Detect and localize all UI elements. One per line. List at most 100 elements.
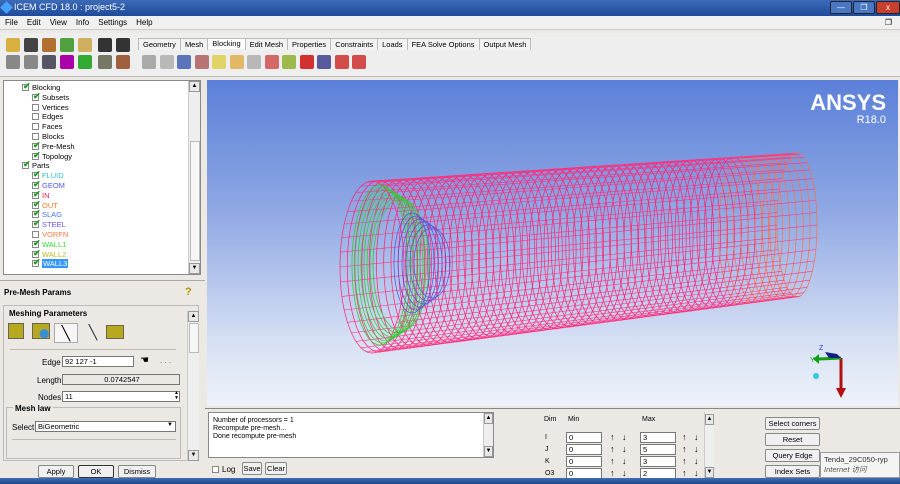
mesh-law-select[interactable]: BiGeometric	[35, 421, 176, 432]
log-checkbox[interactable]: Log	[212, 465, 235, 474]
visibility-checkbox[interactable]	[32, 91, 41, 101]
tab-fea-solve-options[interactable]: FEA Solve Options	[406, 38, 480, 50]
toolbar-icon[interactable]	[78, 55, 92, 69]
params-scrollbar[interactable]: ▲ ▼	[187, 311, 199, 461]
edge-input[interactable]: 92 127 -1	[62, 356, 134, 367]
visibility-checkbox[interactable]	[22, 159, 31, 170]
blocking-tool-icon[interactable]	[177, 55, 191, 69]
blocking-tool-icon[interactable]	[247, 55, 261, 69]
toolbar-icon[interactable]	[42, 38, 56, 52]
restore-button[interactable]: ❐	[853, 1, 875, 14]
max-input[interactable]: 5	[640, 444, 676, 455]
tree-scrollbar[interactable]: ▲ ▼	[188, 81, 200, 274]
blocking-tool-icon[interactable]	[334, 55, 349, 69]
up-arrow-icon[interactable]: ↑	[610, 468, 615, 478]
more-button[interactable]: . . .	[160, 356, 171, 365]
toolbar-icon[interactable]	[60, 38, 74, 52]
tab-output-mesh[interactable]: Output Mesh	[478, 38, 532, 50]
up-arrow-icon[interactable]: ↑	[610, 432, 615, 442]
blocking-tool-icon[interactable]	[317, 55, 331, 69]
edge-params-icon[interactable]: ╲	[54, 323, 78, 343]
visibility-checkbox[interactable]	[22, 81, 31, 91]
minimize-button[interactable]: —	[830, 1, 852, 14]
tab-geometry[interactable]: Geometry	[138, 38, 181, 50]
mesh-geometry-icon[interactable]	[32, 323, 50, 339]
mesh-scale-icon[interactable]	[106, 325, 124, 339]
chevron-down-icon[interactable]: ▼	[167, 422, 173, 428]
up-arrow-icon[interactable]: ↑	[610, 456, 615, 466]
tab-edit-mesh[interactable]: Edit Mesh	[244, 38, 288, 50]
tree-blocking[interactable]: Blocking	[22, 81, 60, 93]
toolbar-icon[interactable]	[60, 55, 74, 69]
up-arrow-icon[interactable]: ↑	[682, 468, 687, 478]
nodes-spin-arrows[interactable]: ▲ ▼	[174, 391, 179, 401]
visibility-checkbox[interactable]	[32, 103, 39, 111]
blocking-tool-icon[interactable]	[212, 55, 226, 69]
up-arrow-icon[interactable]: ↑	[610, 444, 615, 454]
reset-button[interactable]: Reset	[765, 433, 820, 446]
blocking-tool-icon[interactable]	[159, 55, 174, 69]
tree-item-vertices[interactable]: Vertices	[32, 103, 69, 113]
blocking-tool-icon[interactable]	[264, 55, 279, 69]
max-input[interactable]: 3	[640, 432, 676, 443]
visibility-checkbox[interactable]	[32, 113, 39, 121]
tree-part-steel[interactable]: STEEL	[32, 218, 66, 230]
select-corners-button[interactable]: Select corners	[765, 417, 820, 430]
tree-part-wall3[interactable]: WALL3	[32, 257, 69, 269]
visibility-checkbox[interactable]	[32, 150, 41, 160]
tree-item-topology[interactable]: Topology	[32, 150, 72, 162]
edge-match-icon[interactable]: ╲	[82, 323, 104, 341]
up-arrow-icon[interactable]: ↑	[682, 456, 687, 466]
down-arrow-icon[interactable]: ↓	[622, 432, 627, 442]
down-arrow-icon[interactable]: ↓	[694, 444, 699, 454]
toolbar-icon[interactable]	[42, 55, 56, 69]
down-arrow-icon[interactable]: ↓	[622, 444, 627, 454]
down-arrow-icon[interactable]: ↓	[694, 468, 699, 478]
menu-help[interactable]: Help	[131, 16, 156, 27]
toolbar-icon[interactable]	[116, 55, 130, 69]
min-input[interactable]: 0	[566, 432, 602, 443]
toolbar-icon[interactable]	[24, 55, 38, 69]
tab-constraints[interactable]: Constraints	[330, 38, 379, 50]
menu-view[interactable]: View	[45, 16, 71, 27]
min-input[interactable]: 0	[566, 456, 602, 467]
menu-file[interactable]: File	[0, 16, 22, 27]
clear-button[interactable]: Clear	[265, 462, 287, 475]
visibility-checkbox[interactable]	[32, 257, 41, 268]
blocking-tool-icon[interactable]	[352, 55, 366, 69]
down-arrow-icon[interactable]: ↓	[694, 456, 699, 466]
up-arrow-icon[interactable]: ↑	[682, 444, 687, 454]
toolbar-icon[interactable]	[6, 38, 20, 52]
blocking-tool-icon[interactable]	[282, 55, 296, 69]
min-input[interactable]: 0	[566, 444, 602, 455]
down-arrow-icon[interactable]: ↓	[622, 456, 627, 466]
index-sets-button[interactable]: Index Sets	[765, 465, 820, 478]
help-icon[interactable]: ?	[185, 286, 192, 298]
message-scrollbar[interactable]: ▲ ▼	[483, 413, 493, 457]
query-edge-button[interactable]: Query Edge	[765, 449, 820, 462]
tab-properties[interactable]: Properties	[287, 38, 332, 50]
toolbar-icon[interactable]	[6, 55, 20, 69]
tab-blocking[interactable]: Blocking	[207, 38, 246, 49]
ok-button[interactable]: OK	[78, 465, 114, 478]
graphics-viewport[interactable]: ANSYS R18.0 Z Y	[207, 80, 898, 406]
blocking-tool-icon[interactable]	[194, 55, 209, 69]
toolbar-icon[interactable]	[24, 38, 38, 52]
menu-edit[interactable]: Edit	[22, 16, 45, 27]
blocking-tool-icon[interactable]	[142, 55, 156, 69]
toolbar-icon[interactable]	[116, 38, 130, 52]
menu-settings[interactable]: Settings	[93, 16, 131, 27]
select-edge-cursor-icon[interactable]: ☚	[140, 355, 149, 366]
tree-item-subsets[interactable]: Subsets	[32, 91, 69, 103]
blocking-tool-icon[interactable]	[229, 55, 244, 69]
down-arrow-icon[interactable]: ↓	[694, 432, 699, 442]
nodes-spinner[interactable]: 11	[62, 391, 180, 402]
save-button[interactable]: Save	[242, 462, 262, 475]
toolbar-icon[interactable]	[98, 38, 112, 52]
visibility-checkbox[interactable]	[32, 218, 41, 229]
tree-item-faces[interactable]: Faces	[32, 122, 62, 132]
tab-loads[interactable]: Loads	[377, 38, 408, 50]
apply-button[interactable]: Apply	[38, 465, 74, 478]
dim-scrollbar[interactable]: ▲ ▼	[704, 412, 714, 478]
down-arrow-icon[interactable]: ↓	[622, 468, 627, 478]
